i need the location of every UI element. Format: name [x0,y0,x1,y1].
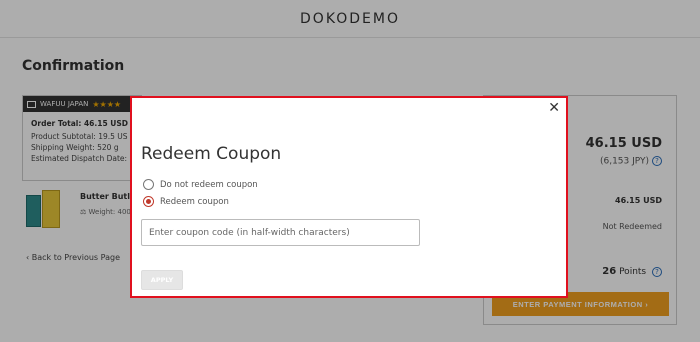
modal-title: Redeem Coupon [141,144,282,164]
option-redeem-coupon-label: Redeem coupon [160,196,229,207]
radio-redeem-coupon[interactable] [143,196,154,207]
close-icon[interactable]: ✕ [548,100,560,116]
option-redeem-coupon[interactable]: Redeem coupon [143,196,229,207]
coupon-code-input[interactable] [141,219,420,246]
redeem-coupon-modal: ✕ Redeem Coupon Do not redeem coupon Red… [130,96,568,298]
radio-no-coupon[interactable] [143,179,154,190]
option-no-coupon-label: Do not redeem coupon [160,179,258,190]
option-no-coupon[interactable]: Do not redeem coupon [143,179,258,190]
apply-button[interactable]: APPLY [141,270,183,290]
